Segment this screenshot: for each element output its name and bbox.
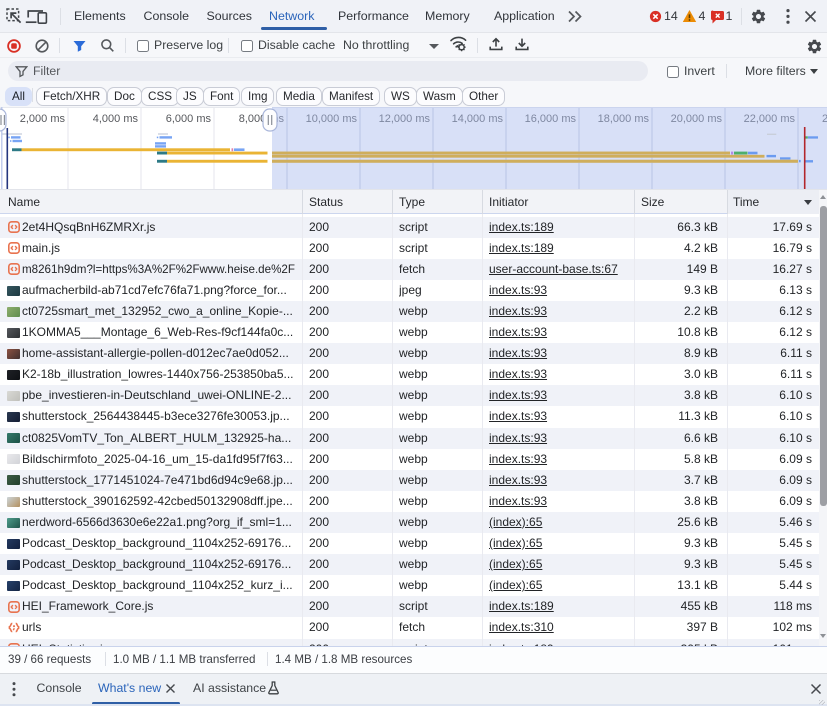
svg-text:6,000 ms: 6,000 ms xyxy=(166,113,212,125)
svg-text:4,000 ms: 4,000 ms xyxy=(93,113,139,125)
svg-text:2,000 ms: 2,000 ms xyxy=(20,113,66,125)
